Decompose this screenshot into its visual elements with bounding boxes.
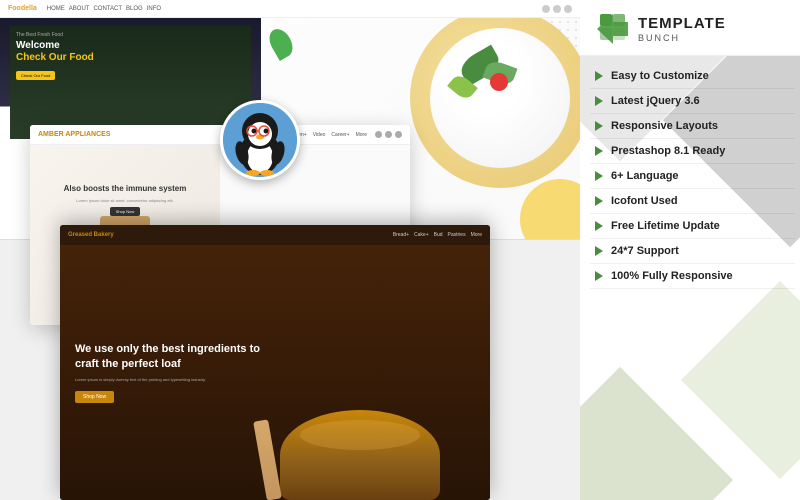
arrow-icon-customize [595,71,603,81]
nav-item: ABOUT [69,6,90,12]
cart-icon [564,5,572,13]
template-bunch-logo-icon [595,12,630,47]
left-panel: Foodella HOME ABOUT CONTACT BLOG INFO [0,0,580,500]
arrow-icon-update [595,221,603,231]
nav-item: BLOG [126,6,143,12]
bread-shape [280,410,440,500]
feature-label-jquery: Latest jQuery 3.6 [611,95,700,107]
nav-item: Bread+ [393,232,409,238]
search-icon [542,5,550,13]
green-leaf-decor [265,25,297,61]
feature-label-update: Free Lifetime Update [611,220,720,232]
nav-item: INFO [147,6,161,12]
arrow-icon-fullresponsive [595,271,603,281]
logo-svg [595,12,630,47]
search-icon [375,131,382,138]
mascot-circle [220,100,300,180]
top-nav: Foodella HOME ABOUT CONTACT BLOG INFO [0,0,580,18]
feature-label-language: 6+ Language [611,170,679,182]
feature-item-support: 24*7 Support [590,239,795,264]
nav-item: Pastries [448,232,466,238]
bot-nav: Greased Bakery Bread+ Cake+ Bud Pastries… [60,225,490,245]
tagline: The Best Fresh Food [16,32,245,38]
brand-name-block: TEMPLATE BUNCH [638,16,726,43]
nav-item-career: Career+ [331,132,349,138]
nav-menu: HOME ABOUT CONTACT BLOG INFO [47,6,161,12]
brand-header: TEMPLATE BUNCH [580,0,800,56]
nav-item: HOME [47,6,65,12]
user-icon [385,131,392,138]
nav-item: CONTACT [93,6,122,12]
bot-text: We use only the best ingredients to craf… [60,327,490,419]
mid-headline: Also boosts the immune system [64,184,187,194]
feature-item-update: Free Lifetime Update [590,214,795,239]
feature-item-jquery: Latest jQuery 3.6 [590,89,795,114]
nav-item-more: More [356,132,367,138]
welcome-text: Welcome [16,40,245,52]
preview-bot: Greased Bakery Bread+ Cake+ Bud Pastries… [60,225,490,500]
feature-item-prestashop: Prestashop 8.1 Ready [590,139,795,164]
feature-label-fullresponsive: 100% Fully Responsive [611,270,733,282]
hero-title: Welcome Check Our Food [16,40,245,64]
mascot [220,100,300,180]
brand-sub: BUNCH [638,33,726,43]
cart-icon [395,131,402,138]
tomato-decor [490,73,508,91]
arrow-icon-responsive [595,121,603,131]
feature-item-icofont: Icofont Used [590,189,795,214]
foodella-logo: Foodella [8,5,37,12]
nav-icons [542,5,572,13]
right-content: TEMPLATE BUNCH Easy to Customize Latest … [580,0,800,500]
food-plate [410,18,580,188]
arrow-icon-prestashop [595,146,603,156]
yellow-circle-decor [520,179,580,239]
mid-nav-icons [375,131,402,138]
arrow-icon-icofont [595,196,603,206]
bakery-logo: Greased Bakery [68,232,114,238]
amber-logo: AMBER APPLIANCES [38,131,110,138]
arrow-icon-jquery [595,96,603,106]
bot-sub: Lorem ipsum is simply dummy text of the … [75,377,265,383]
preview-stack: Foodella HOME ABOUT CONTACT BLOG INFO [0,0,580,500]
feature-label-prestashop: Prestashop 8.1 Ready [611,145,725,157]
features-list: Easy to Customize Latest jQuery 3.6 Resp… [580,56,800,500]
feature-item-fullresponsive: 100% Fully Responsive [590,264,795,289]
bot-headline: We use only the best ingredients to craf… [75,342,275,373]
brand-name: TEMPLATE [638,16,726,33]
feature-item-language: 6+ Language [590,164,795,189]
bot-cta-button[interactable]: Shop Now [75,391,114,403]
feature-label-support: 24*7 Support [611,245,679,257]
nav-item: More [471,232,482,238]
feature-label-icofont: Icofont Used [611,195,678,207]
nav-item: Cake+ [414,232,429,238]
feature-label-responsive: Responsive Layouts [611,120,718,132]
bot-nav-items: Bread+ Cake+ Bud Pastries More [393,232,482,238]
nav-item-video: Video [313,132,326,138]
plate-inner [430,28,570,168]
italian-food-text: Check Our Food [16,52,245,64]
user-icon [553,5,561,13]
top-cta-button[interactable]: Check Our Food [16,71,55,80]
feature-label-customize: Easy to Customize [611,70,709,82]
nav-item: Bud [434,232,443,238]
penguin-svg [223,103,297,177]
arrow-icon-support [595,246,603,256]
arrow-icon-language [595,171,603,181]
mid-sub: Lorem ipsum dolor sit amet, consectetur … [76,198,173,203]
feature-item-responsive: Responsive Layouts [590,114,795,139]
bot-content: We use only the best ingredients to craf… [60,245,490,500]
bread-gloss [300,420,420,450]
feature-item-customize: Easy to Customize [590,64,795,89]
hero-text-area: The Best Fresh Food Welcome Check Our Fo… [10,26,251,139]
mid-cta-button[interactable]: Shop Now [110,207,140,216]
right-panel: TEMPLATE BUNCH Easy to Customize Latest … [580,0,800,500]
